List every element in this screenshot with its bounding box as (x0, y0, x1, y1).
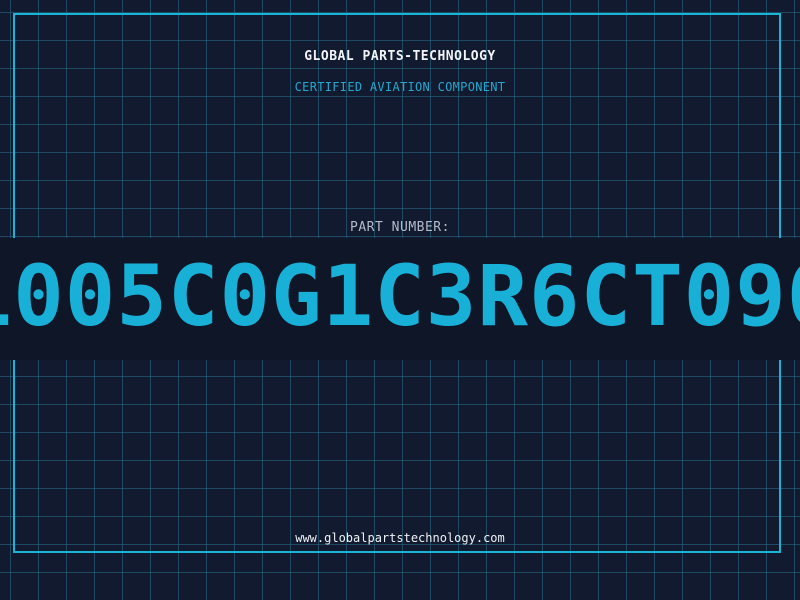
website-url: www.globalpartstechnology.com (295, 531, 505, 545)
company-name: GLOBAL PARTS-TECHNOLOGY (304, 49, 496, 64)
part-number-value: C1005C0G1C3R6CT090R (0, 247, 800, 345)
part-card: GLOBAL PARTS-TECHNOLOGY CERTIFIED AVIATI… (0, 0, 800, 600)
certification-tagline: CERTIFIED AVIATION COMPONENT (294, 80, 506, 94)
part-number-label: PART NUMBER: (350, 220, 450, 235)
